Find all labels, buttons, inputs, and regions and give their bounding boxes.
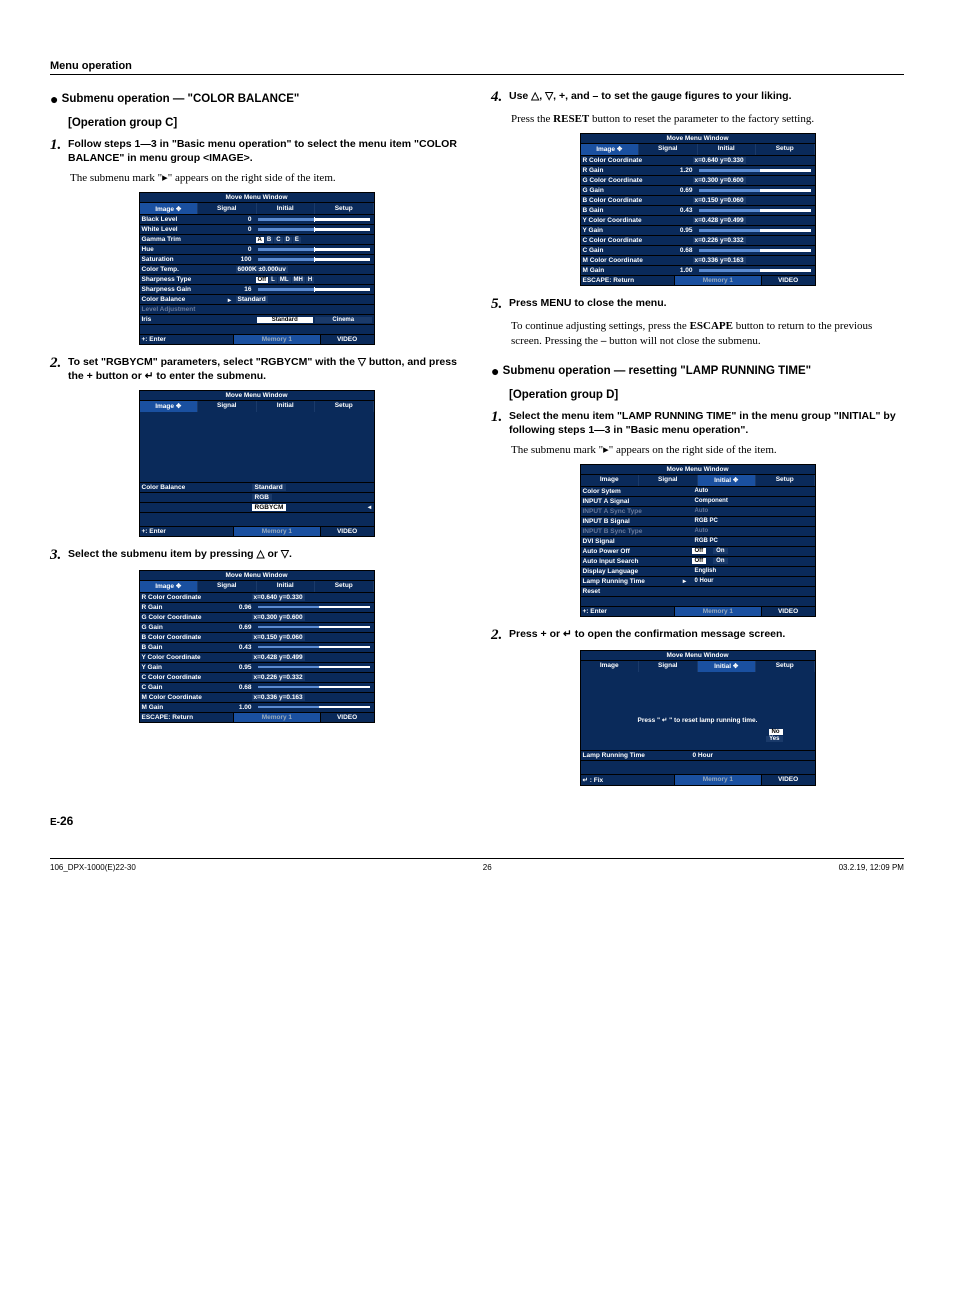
osd-tab: Signal [639,144,698,155]
osd-window-gain-adjusted: Move Menu Window Image ✥ Signal Initial … [580,133,816,286]
osd-tab-image: Image ✥ [581,144,640,155]
footer-filename: 106_DPX-1000(E)22-30 [50,863,136,872]
osd-title: Move Menu Window [140,391,374,401]
osd-window-initial: Move Menu Window Image Signal Initial ✥ … [580,464,816,617]
osd-foot-memory: Memory 1 [233,335,320,344]
osd-tab: Signal [639,661,698,672]
osd-foot: +: Enter [581,607,675,616]
osd-tab: Setup [756,144,815,155]
osd-item-label: Lamp Running Time [581,751,691,759]
osd-tab-signal: Signal [198,203,257,214]
submenu-heading-text: Submenu operation — resetting "LAMP RUNN… [503,365,811,377]
osd-tab: Initial [257,581,316,592]
print-footer: 106_DPX-1000(E)22-30 26 03.2.19, 12:09 P… [50,858,904,872]
osd-tab: Initial [698,144,757,155]
osd-tab-setup: Setup [315,203,374,214]
step-body: The submenu mark "▸" appears on the righ… [511,443,904,458]
step-text: Use △, ▽, +, and – to set the gauge figu… [509,89,900,103]
osd-tab: Signal [639,475,698,486]
submenu-heading: ● Submenu operation — "COLOR BALANCE" [50,91,463,107]
step-text: Select the submenu item by pressing △ or… [68,547,459,561]
osd-tab: Image [581,661,640,672]
step-number: 1. [491,409,509,426]
osd-foot: VIDEO [762,276,815,285]
osd-tab-image: Image ✥ [140,203,199,214]
move-icon: ✥ [176,403,181,410]
osd-tab: Setup [315,581,374,592]
move-icon: ✥ [733,663,738,670]
submenu-heading-text: Submenu operation — "COLOR BALANCE" [62,93,300,105]
step-body: The submenu mark "▸" appears on the righ… [70,171,463,186]
osd-tab: Setup [756,475,815,486]
osd-tab: Setup [756,661,815,672]
move-icon: ✥ [733,477,738,484]
osd-foot: Memory 1 [674,607,761,616]
page-number: E-26 [50,814,904,828]
osd-tab: Signal [198,581,257,592]
step-body: Press the RESET button to reset the para… [511,112,904,127]
move-icon: ✥ [176,206,181,213]
step-number: 5. [491,296,509,313]
osd-title: Move Menu Window [140,193,374,203]
osd-tab: Image [581,475,640,486]
section-header: Menu operation [50,60,904,75]
step-number: 2. [50,355,68,372]
osd-tab-image: Image ✥ [140,581,199,592]
confirm-message: Press " ↵ " to reset lamp running time. [589,716,807,724]
right-column: 4.Use △, ▽, +, and – to set the gauge fi… [491,85,904,796]
step-number: 2. [491,627,509,644]
step-number: 3. [50,547,68,564]
osd-foot: ESCAPE: Return [140,713,234,722]
osd-item-value: 0 Hour [691,751,815,759]
confirm-no: No [769,729,783,735]
osd-foot: ↵ : Fix [581,775,675,785]
operation-group-label: [Operation group C] [68,117,463,129]
osd-foot: Memory 1 [233,527,320,536]
step-text: Follow steps 1—3 in "Basic menu operatio… [68,137,459,165]
step-number: 1. [50,137,68,154]
osd-tab-initial: Initial [257,203,316,214]
osd-title: Move Menu Window [581,465,815,475]
footer-timestamp: 03.2.19, 12:09 PM [839,863,904,872]
submenu-heading: ● Submenu operation — resetting "LAMP RU… [491,363,904,379]
osd-title: Move Menu Window [581,651,815,661]
osd-foot: Memory 1 [674,775,761,785]
confirm-yes: Yes [766,736,782,742]
step-text: Select the menu item "LAMP RUNNING TIME"… [509,409,900,437]
osd-foot: +: Enter [140,527,234,536]
move-icon: ✥ [617,146,622,153]
osd-tab-initial: Initial ✥ [698,475,757,486]
osd-tab: Setup [315,401,374,412]
osd-foot: VIDEO [321,713,374,722]
osd-window-confirm: Move Menu Window Image Signal Initial ✥ … [580,650,816,786]
osd-foot: Memory 1 [674,276,761,285]
left-column: ● Submenu operation — "COLOR BALANCE" [O… [50,85,463,796]
osd-window-rgbycm-select: Move Menu Window Image ✥ Signal Initial … [139,390,375,537]
osd-title: Move Menu Window [581,134,815,144]
osd-foot: VIDEO [762,607,815,616]
osd-tab: Signal [198,401,257,412]
osd-foot: VIDEO [762,775,815,785]
step-text: To set "RGBYCM" parameters, select "RGBY… [68,355,459,383]
osd-title: Move Menu Window [140,571,374,581]
osd-foot: VIDEO [321,527,374,536]
osd-tab-image: Image ✥ [140,401,199,412]
operation-group-label: [Operation group D] [509,389,904,401]
step-number: 4. [491,89,509,106]
osd-foot: Memory 1 [233,713,320,722]
osd-window-image: Move Menu Window Image ✥ Signal Initial … [139,192,375,345]
osd-foot: ESCAPE: Return [581,276,675,285]
footer-page: 26 [483,863,492,872]
osd-tab-initial: Initial ✥ [698,661,757,672]
osd-window-coordinates: Move Menu Window Image ✥ Signal Initial … [139,570,375,723]
osd-foot-enter: +: Enter [140,335,234,344]
step-text: Press MENU to close the menu. [509,296,900,310]
move-icon: ✥ [176,583,181,590]
osd-tab: Initial [257,401,316,412]
osd-foot-video: VIDEO [321,335,374,344]
step-text: Press + or ↵ to open the confirmation me… [509,627,900,641]
step-body: To continue adjusting settings, press th… [511,319,904,349]
